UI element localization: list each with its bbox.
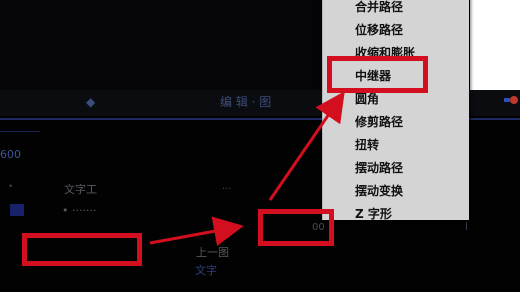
menu-item-merge-paths[interactable]: 合并路径 [355,0,403,19]
menu-item-offset-path[interactable]: 位移路径 [355,19,403,42]
blue-divider-short [0,131,40,132]
background-tab-label[interactable]: 编 辑 · 图 [220,95,271,109]
annotation-box-add-button [258,209,334,246]
menu-item-wiggle-paths[interactable]: 摆动路径 [355,157,403,180]
menu-item-wiggle-transform[interactable]: 摆动变换 [355,180,403,203]
background-tab-icon[interactable]: ◆ [86,95,95,109]
background-number: 600 [0,148,21,161]
annotation-box-repeater [327,56,428,93]
background-blue-label: 文字 [195,264,217,277]
timeline-tick [466,222,467,230]
menu-item-twist[interactable]: 扭转 [355,134,379,157]
background-small-text: ··· [222,184,232,195]
annotation-box-layer-contents [22,233,142,266]
context-menu: 合并路径 位移路径 收缩和膨胀 中继器 圆角 修剪路径 扭转 摆动路径 摆动变换… [322,0,469,221]
screen: ◆ 编 辑 · 图 600 • 文字工 ··· • ······· 00 上一图… [0,0,520,292]
background-label: 上一图 [196,246,229,259]
layer-name[interactable]: 文字工 [64,181,97,197]
close-dot-icon[interactable] [510,96,518,104]
layer-detail-text: • ······· [62,204,97,217]
arrow-to-add-button [149,216,244,246]
menu-item-trim-paths[interactable]: 修剪路径 [355,111,403,134]
layer-color-swatch[interactable] [10,204,24,216]
top-canvas-area [0,0,322,95]
bullet-icon: • [8,182,14,192]
white-panel [470,0,520,90]
menu-item-zig-zag[interactable]: Z 字形 [355,203,392,226]
